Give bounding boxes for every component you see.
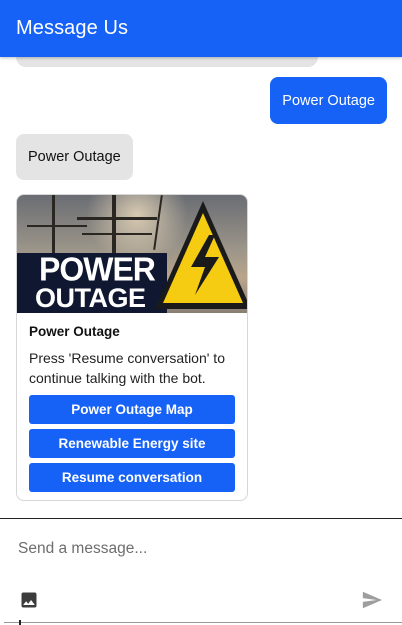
rich-card: POWER OUTAGE Power Outage Press 'Resume … bbox=[16, 194, 248, 501]
card-image: POWER OUTAGE bbox=[17, 195, 247, 313]
send-icon[interactable] bbox=[360, 589, 384, 611]
high-voltage-warning-icon bbox=[155, 201, 247, 309]
card-title: Power Outage bbox=[29, 324, 120, 339]
header-title: Message Us bbox=[16, 17, 129, 39]
power-outage-map-button[interactable]: Power Outage Map bbox=[29, 395, 235, 424]
message-input[interactable] bbox=[18, 539, 348, 559]
card-image-title-line2: OUTAGE bbox=[35, 283, 146, 313]
user-message-text: Power Outage bbox=[282, 92, 375, 109]
resume-conversation-button[interactable]: Resume conversation bbox=[29, 463, 235, 492]
composer-divider bbox=[4, 622, 402, 623]
message-composer bbox=[0, 518, 402, 625]
bot-message-bubble: Power Outage bbox=[16, 134, 133, 180]
text-cursor bbox=[19, 620, 21, 625]
message-list[interactable]: Power Outage Power Outage POWER OUTAGE P… bbox=[0, 57, 402, 518]
renewable-energy-site-button[interactable]: Renewable Energy site bbox=[29, 429, 235, 458]
user-message-bubble: Power Outage bbox=[270, 77, 387, 124]
app-header: Message Us bbox=[0, 0, 402, 57]
bot-message-text: Power Outage bbox=[28, 149, 121, 165]
image-icon[interactable] bbox=[19, 590, 39, 610]
previous-message-bubble bbox=[16, 57, 318, 67]
card-text: Press 'Resume conversation' to continue … bbox=[29, 350, 225, 386]
